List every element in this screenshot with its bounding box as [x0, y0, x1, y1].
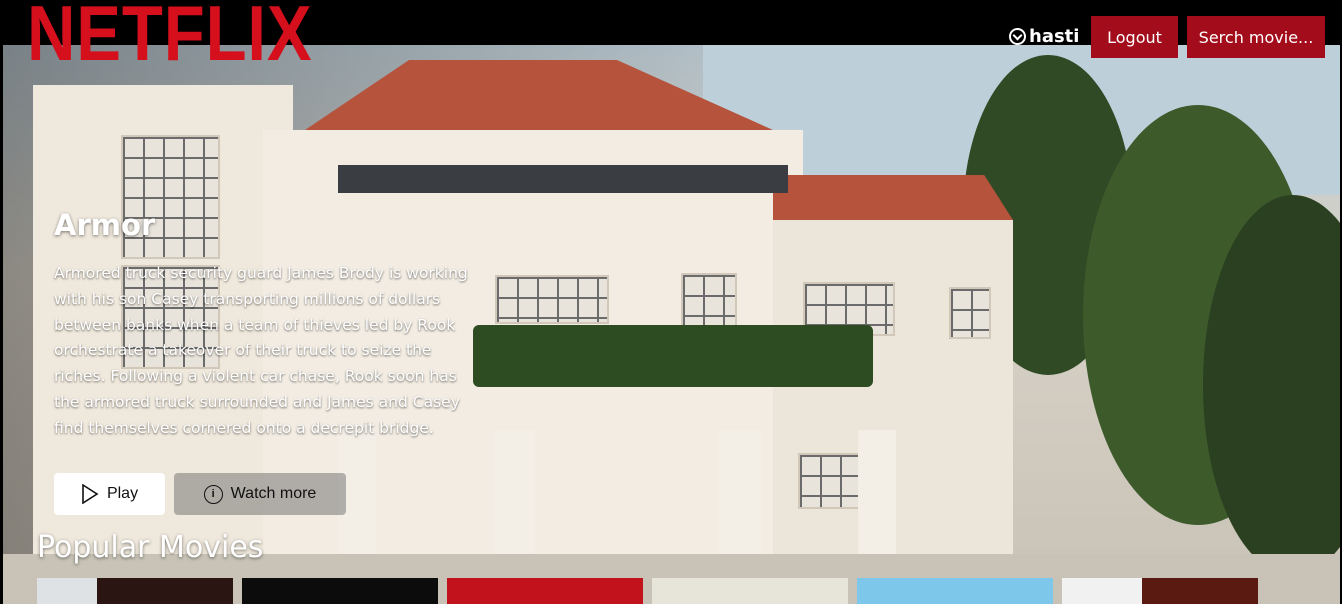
- username: hasti: [1029, 26, 1080, 47]
- play-icon: [82, 484, 99, 504]
- featured-title: Armor: [54, 208, 156, 242]
- popular-movies-heading: Popular Movies: [37, 530, 264, 565]
- logout-button[interactable]: Logout: [1091, 16, 1178, 58]
- movie-poster[interactable]: [857, 578, 1053, 604]
- chevron-down-icon: [1009, 28, 1026, 45]
- netflix-logo[interactable]: NETFLIX: [27, 0, 313, 72]
- watch-more-button[interactable]: i Watch more: [174, 473, 346, 515]
- user-menu[interactable]: hasti: [1009, 26, 1079, 47]
- movie-poster[interactable]: [37, 578, 233, 604]
- play-button[interactable]: Play: [54, 473, 165, 515]
- movie-poster[interactable]: [1062, 578, 1258, 604]
- popular-movies-row: [37, 578, 1258, 604]
- info-icon: i: [203, 484, 223, 504]
- search-button[interactable]: Serch movie...: [1187, 16, 1325, 58]
- featured-overview: Armored truck security guard James Brody…: [54, 264, 468, 437]
- watch-more-label: Watch more: [230, 485, 317, 502]
- movie-poster[interactable]: [447, 578, 643, 604]
- movie-poster[interactable]: [652, 578, 848, 604]
- play-label: Play: [106, 485, 139, 502]
- movie-poster[interactable]: [242, 578, 438, 604]
